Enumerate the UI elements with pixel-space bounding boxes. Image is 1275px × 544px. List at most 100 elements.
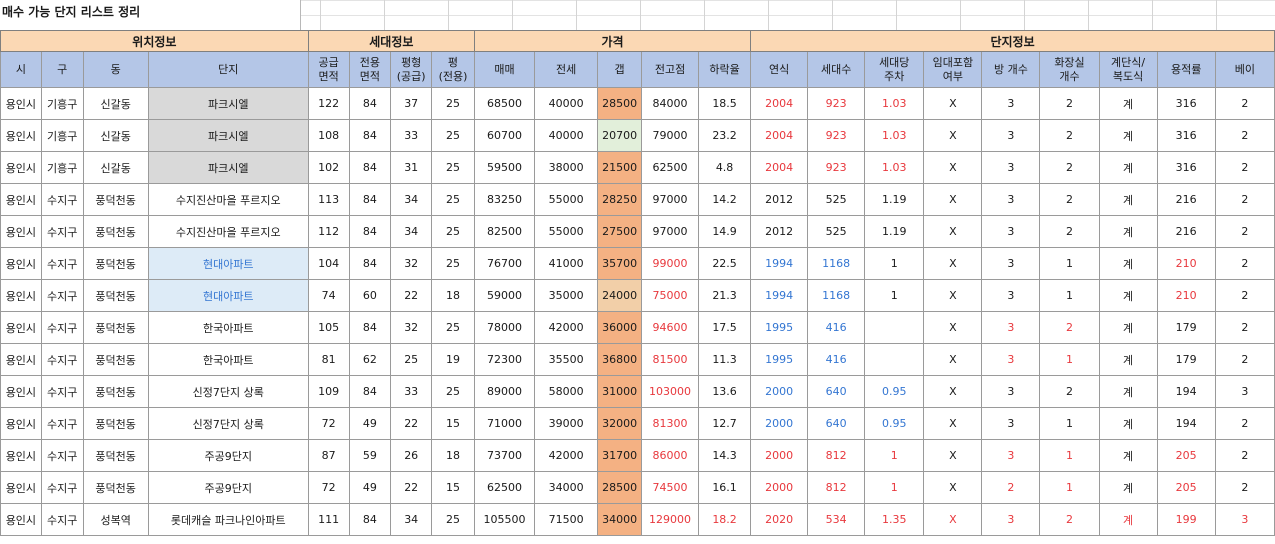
table-cell[interactable]: 4.8 [698, 151, 752, 184]
complex-name-cell[interactable]: 신정7단지 상록 [147, 375, 309, 408]
table-cell[interactable]: 34 [390, 503, 433, 536]
table-cell[interactable]: X [923, 247, 983, 280]
table-cell[interactable]: 15 [431, 407, 475, 440]
table-cell[interactable]: 3 [981, 151, 1041, 184]
table-cell[interactable]: 3 [981, 87, 1041, 120]
table-cell[interactable]: 194 [1156, 407, 1216, 440]
gap-cell[interactable]: 27500 [597, 215, 642, 248]
table-cell[interactable]: 18 [431, 439, 475, 472]
table-cell[interactable]: 18.5 [698, 87, 752, 120]
group-complex[interactable]: 단지정보 [750, 30, 1275, 52]
table-cell[interactable]: 2012 [750, 215, 809, 248]
table-cell[interactable]: 풍덕천동 [82, 279, 149, 312]
table-cell[interactable]: 1 [864, 279, 925, 312]
table-cell[interactable]: 1 [1039, 343, 1100, 376]
table-cell[interactable]: 18 [431, 279, 475, 312]
table-cell[interactable]: 41000 [534, 247, 599, 280]
complex-name-cell[interactable]: 주공9단지 [147, 439, 309, 472]
column-header-3[interactable]: 단지 [147, 51, 309, 88]
table-cell[interactable]: 2 [981, 471, 1041, 504]
table-cell[interactable]: 용인시 [0, 247, 42, 280]
table-cell[interactable]: 83250 [473, 183, 536, 216]
table-cell[interactable]: 2 [1039, 311, 1100, 344]
table-cell[interactable]: 22 [390, 471, 433, 504]
column-header-1[interactable]: 구 [40, 51, 84, 88]
table-cell[interactable]: 60 [348, 279, 392, 312]
table-cell[interactable]: 수지구 [40, 311, 84, 344]
table-cell[interactable]: 1994 [750, 279, 809, 312]
table-cell[interactable]: 1 [1039, 407, 1100, 440]
column-header-4[interactable]: 공급 면적 [307, 51, 350, 88]
table-cell[interactable]: 1168 [807, 279, 866, 312]
table-cell[interactable]: 3 [981, 215, 1041, 248]
table-cell[interactable]: 수지구 [40, 471, 84, 504]
table-cell[interactable]: 기흥구 [40, 87, 84, 120]
table-cell[interactable]: 32 [390, 311, 433, 344]
table-cell[interactable]: 14.3 [698, 439, 752, 472]
gap-cell[interactable]: 31700 [597, 439, 642, 472]
table-cell[interactable]: X [923, 183, 983, 216]
table-cell[interactable]: 2000 [750, 407, 809, 440]
table-cell[interactable]: 75000 [640, 279, 700, 312]
table-cell[interactable]: 108 [307, 119, 350, 152]
table-cell[interactable]: 풍덕천동 [82, 215, 149, 248]
table-cell[interactable]: 기흥구 [40, 151, 84, 184]
table-cell[interactable]: 99000 [640, 247, 700, 280]
table-cell[interactable]: 39000 [534, 407, 599, 440]
table-cell[interactable]: 3 [981, 183, 1041, 216]
table-cell[interactable]: 2 [1214, 407, 1275, 440]
table-cell[interactable]: 71500 [534, 503, 599, 536]
table-cell[interactable]: 용인시 [0, 407, 42, 440]
table-cell[interactable] [864, 343, 925, 376]
table-cell[interactable]: X [923, 375, 983, 408]
gap-cell[interactable]: 32000 [597, 407, 642, 440]
table-cell[interactable]: 1.03 [864, 151, 925, 184]
table-cell[interactable]: 성복역 [82, 503, 149, 536]
table-cell[interactable]: 14.9 [698, 215, 752, 248]
table-cell[interactable]: 316 [1156, 119, 1216, 152]
table-cell[interactable]: 105 [307, 311, 350, 344]
table-cell[interactable]: 40000 [534, 87, 599, 120]
table-cell[interactable]: 199 [1156, 503, 1216, 536]
table-cell[interactable]: 72 [307, 407, 350, 440]
table-cell[interactable]: 2012 [750, 183, 809, 216]
column-header-11[interactable]: 전고점 [640, 51, 700, 88]
table-cell[interactable]: 계 [1098, 215, 1158, 248]
table-cell[interactable]: 812 [807, 471, 866, 504]
table-cell[interactable]: 2 [1214, 87, 1275, 120]
table-cell[interactable]: 1994 [750, 247, 809, 280]
table-cell[interactable]: 525 [807, 183, 866, 216]
table-cell[interactable]: 34000 [534, 471, 599, 504]
table-cell[interactable]: 34 [390, 215, 433, 248]
table-cell[interactable]: 35500 [534, 343, 599, 376]
column-header-21[interactable]: 베이 [1214, 51, 1275, 88]
column-header-12[interactable]: 하락율 [698, 51, 752, 88]
table-cell[interactable]: 1.03 [864, 119, 925, 152]
table-cell[interactable]: 풍덕천동 [82, 407, 149, 440]
table-cell[interactable]: 12.7 [698, 407, 752, 440]
table-cell[interactable]: 58000 [534, 375, 599, 408]
group-household[interactable]: 세대정보 [307, 30, 475, 52]
table-cell[interactable]: 2004 [750, 119, 809, 152]
table-cell[interactable]: 16.1 [698, 471, 752, 504]
table-cell[interactable]: X [923, 87, 983, 120]
table-cell[interactable]: 3 [981, 119, 1041, 152]
table-cell[interactable] [864, 311, 925, 344]
table-cell[interactable]: 62500 [640, 151, 700, 184]
table-cell[interactable]: 신갈동 [82, 151, 149, 184]
table-cell[interactable]: 계 [1098, 183, 1158, 216]
table-cell[interactable]: 계 [1098, 311, 1158, 344]
table-cell[interactable]: 2 [1214, 215, 1275, 248]
table-cell[interactable]: 104 [307, 247, 350, 280]
table-cell[interactable]: 25 [431, 151, 475, 184]
table-cell[interactable]: 42000 [534, 311, 599, 344]
column-header-0[interactable]: 시 [0, 51, 42, 88]
complex-name-cell[interactable]: 현대아파트 [147, 247, 309, 280]
table-cell[interactable]: 용인시 [0, 471, 42, 504]
column-header-15[interactable]: 세대당 주차 [864, 51, 925, 88]
table-cell[interactable]: 210 [1156, 247, 1216, 280]
table-cell[interactable]: 신갈동 [82, 119, 149, 152]
table-cell[interactable]: 179 [1156, 343, 1216, 376]
table-cell[interactable]: 111 [307, 503, 350, 536]
complex-name-cell[interactable]: 한국아파트 [147, 311, 309, 344]
